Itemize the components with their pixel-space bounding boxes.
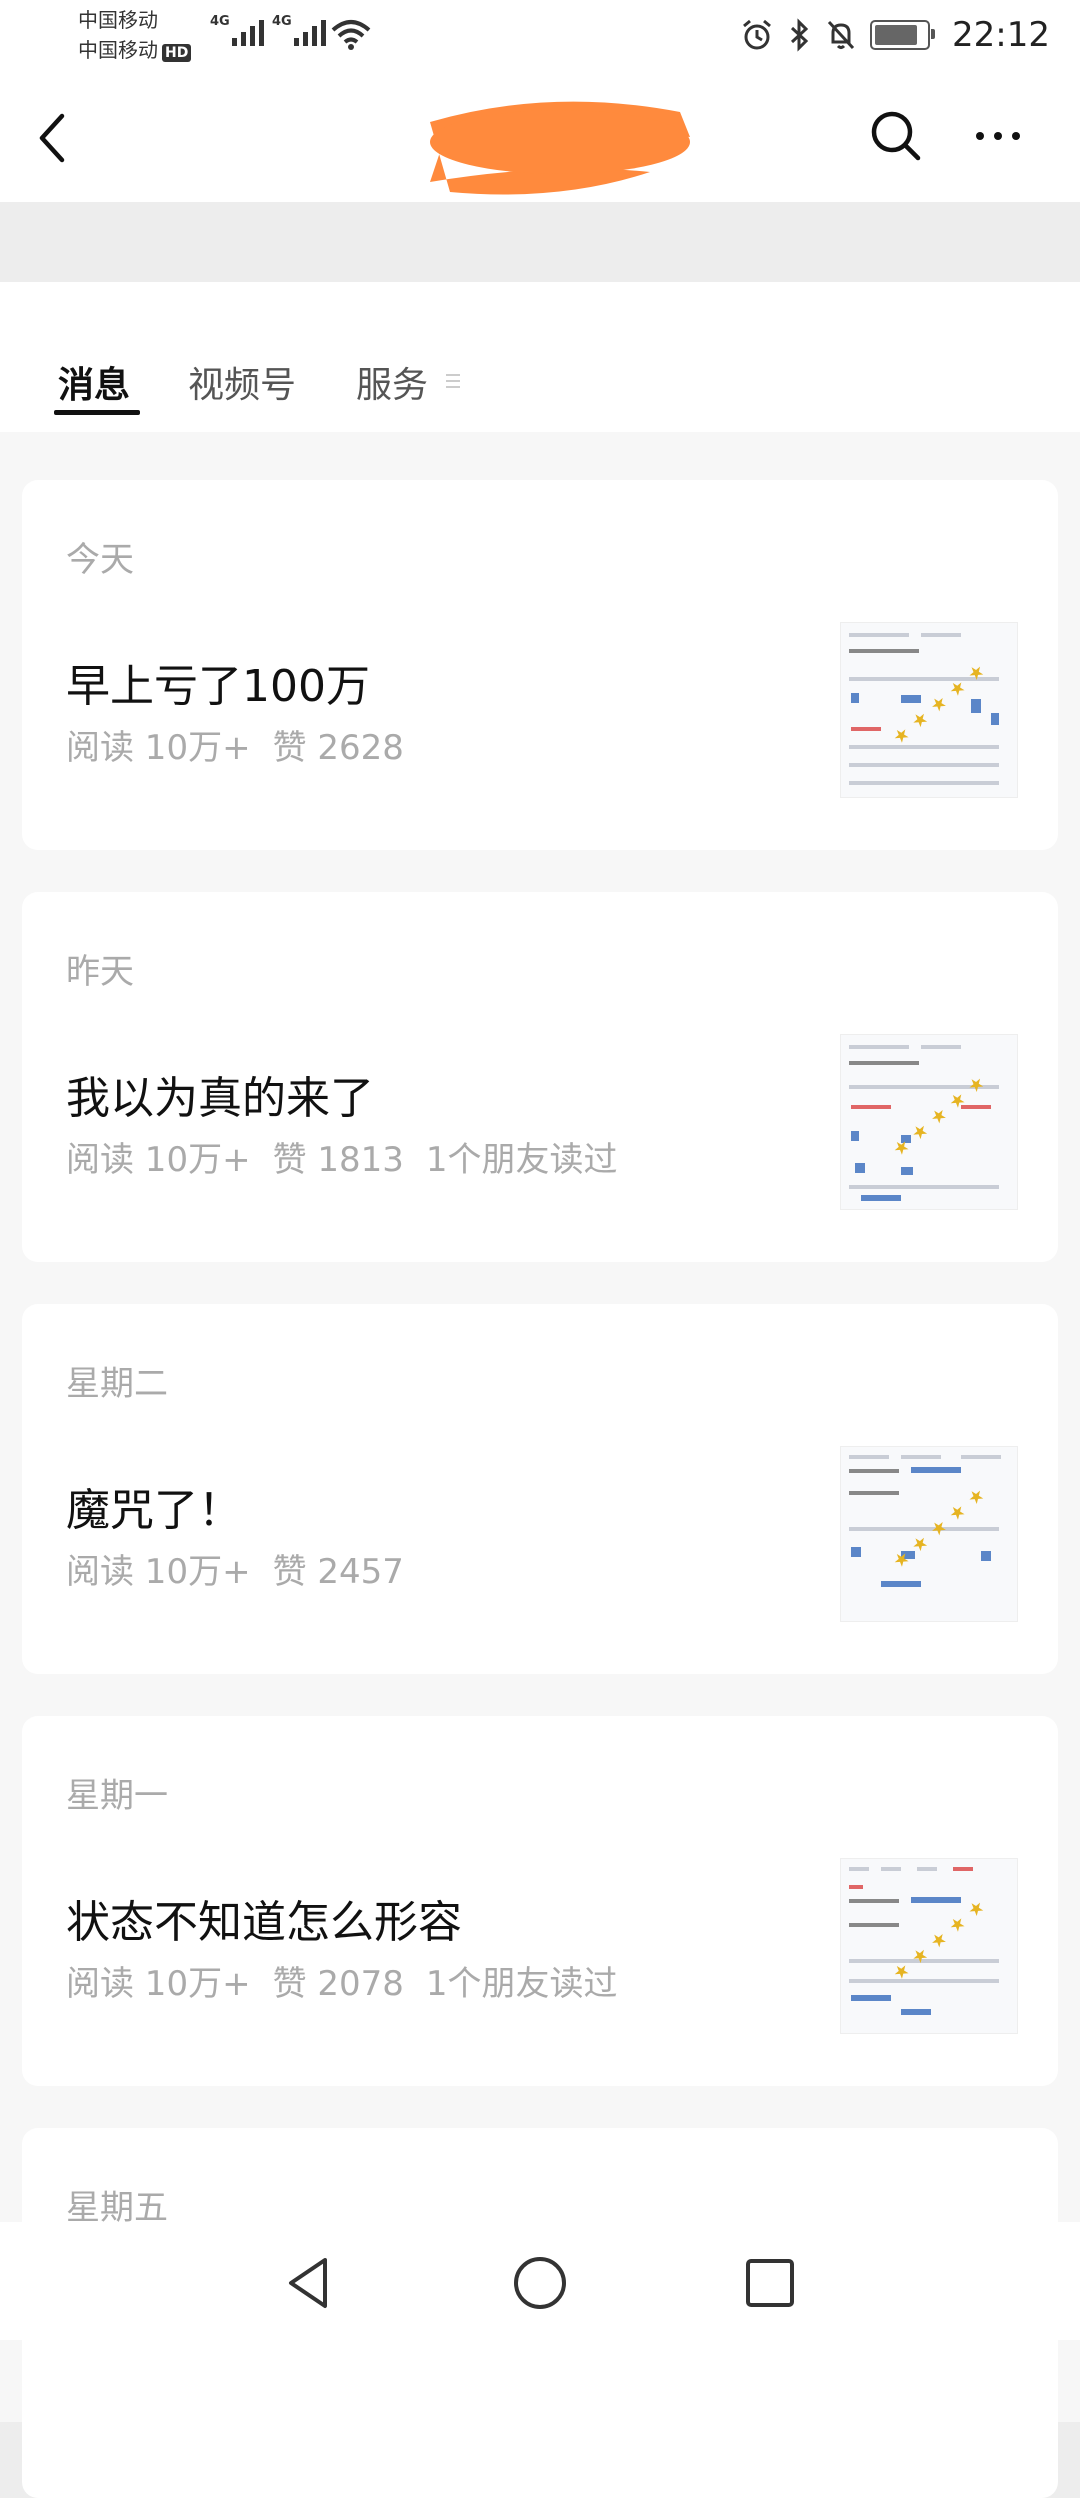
profile-info-strip — [0, 202, 1080, 282]
carrier-label-1: 中国移动 — [78, 8, 158, 32]
article-meta: 阅读 10万+ 赞 2078 1个朋友读过 — [66, 1956, 640, 2005]
article-date: 星期一 — [66, 1776, 168, 1816]
tab-channels[interactable]: 视频号 — [188, 356, 296, 408]
article-title: 魔咒了！ — [66, 1485, 242, 1536]
tab-services[interactable]: 服务 — [356, 356, 428, 408]
alarm-icon — [743, 19, 771, 50]
back-triangle-icon[interactable] — [275, 2248, 345, 2318]
article-meta: 阅读 10万+ 赞 2457 — [66, 1544, 426, 1593]
top-header — [0, 70, 1080, 202]
like-count: 赞 2078 — [272, 1964, 404, 2004]
menu-lines-icon — [446, 374, 460, 388]
recents-square-icon[interactable] — [735, 2248, 805, 2318]
bluetooth-icon — [790, 18, 809, 52]
read-count: 阅读 10万+ — [66, 1140, 251, 1180]
article-meta: 阅读 10万+ 赞 1813 1个朋友读过 — [66, 1132, 640, 1181]
home-circle-icon[interactable] — [505, 2248, 575, 2318]
tab-messages[interactable]: 消息 — [58, 356, 130, 408]
article-title: 早上亏了100万 — [66, 661, 370, 712]
article-title: 状态不知道怎么形容 — [66, 1897, 462, 1948]
article-date: 昨天 — [66, 952, 134, 992]
status-bar: 中国移动 中国移动 HD 4G 4G 22:12 — [0, 0, 1080, 70]
clock-time: 22:12 — [952, 15, 1050, 55]
friends-read: 1个朋友读过 — [425, 1964, 618, 2004]
read-count: 阅读 10万+ — [66, 1964, 251, 2004]
article-card[interactable]: 星期一 状态不知道怎么形容 阅读 10万+ 赞 2078 1个朋友读过 ★ ★ ★ … — [22, 1716, 1058, 2086]
like-count: 赞 1813 — [272, 1140, 404, 1180]
article-card[interactable]: 昨天 我以为真的来了 阅读 10万+ 赞 1813 1个朋友读过 ★ ★ ★ ★ ★ — [22, 892, 1058, 1262]
thumbnail-watermark: ★ ★ ★ ★ ★ — [888, 659, 991, 750]
article-thumbnail: ★ ★ ★ ★ ★ — [840, 622, 1018, 798]
battery-icon — [870, 20, 936, 50]
article-thumbnail: ★ ★ ★ ★ ★ — [840, 1858, 1018, 2034]
article-title: 我以为真的来了 — [66, 1073, 374, 1124]
read-count: 阅读 10万+ — [66, 1552, 251, 1592]
mute-bell-icon — [827, 20, 855, 50]
like-count: 赞 2457 — [272, 1552, 404, 1592]
redacted-title — [430, 101, 690, 195]
thumbnail-watermark: ★ ★ ★ ★ ★ — [888, 1895, 991, 1986]
read-count: 阅读 10万+ — [66, 728, 251, 768]
active-tab-indicator — [54, 410, 140, 415]
like-count: 赞 2628 — [272, 728, 404, 768]
article-date: 星期二 — [66, 1364, 168, 1404]
article-card[interactable]: 今天 早上亏了100万 阅读 10万+ 赞 2628 ★ ★ ★ ★ ★ — [22, 480, 1058, 850]
friends-read: 1个朋友读过 — [425, 1140, 618, 1180]
hd-badge: HD — [162, 44, 192, 62]
article-date: 今天 — [66, 540, 134, 580]
article-thumbnail: ★ ★ ★ ★ ★ — [840, 1446, 1018, 1622]
carrier-label-2: 中国移动 HD — [78, 38, 192, 62]
wifi-icon — [331, 20, 371, 50]
network-type-2: 4G — [272, 14, 292, 29]
more-icon[interactable] — [968, 116, 1028, 156]
thumbnail-watermark: ★ ★ ★ ★ ★ — [888, 1071, 991, 1162]
carrier-label-2-text: 中国移动 — [78, 38, 158, 62]
article-thumbnail: ★ ★ ★ ★ ★ — [840, 1034, 1018, 1210]
back-icon[interactable] — [30, 110, 80, 166]
article-card[interactable]: 星期二 魔咒了！ 阅读 10万+ 赞 2457 ★ ★ ★ ★ ★ — [22, 1304, 1058, 1674]
network-type-1: 4G — [210, 14, 230, 29]
search-icon[interactable] — [866, 106, 926, 166]
tab-bar: 消息 视频号 服务 — [0, 282, 1080, 432]
article-meta: 阅读 10万+ 赞 2628 — [66, 720, 426, 769]
system-nav-bar — [0, 2222, 1080, 2340]
